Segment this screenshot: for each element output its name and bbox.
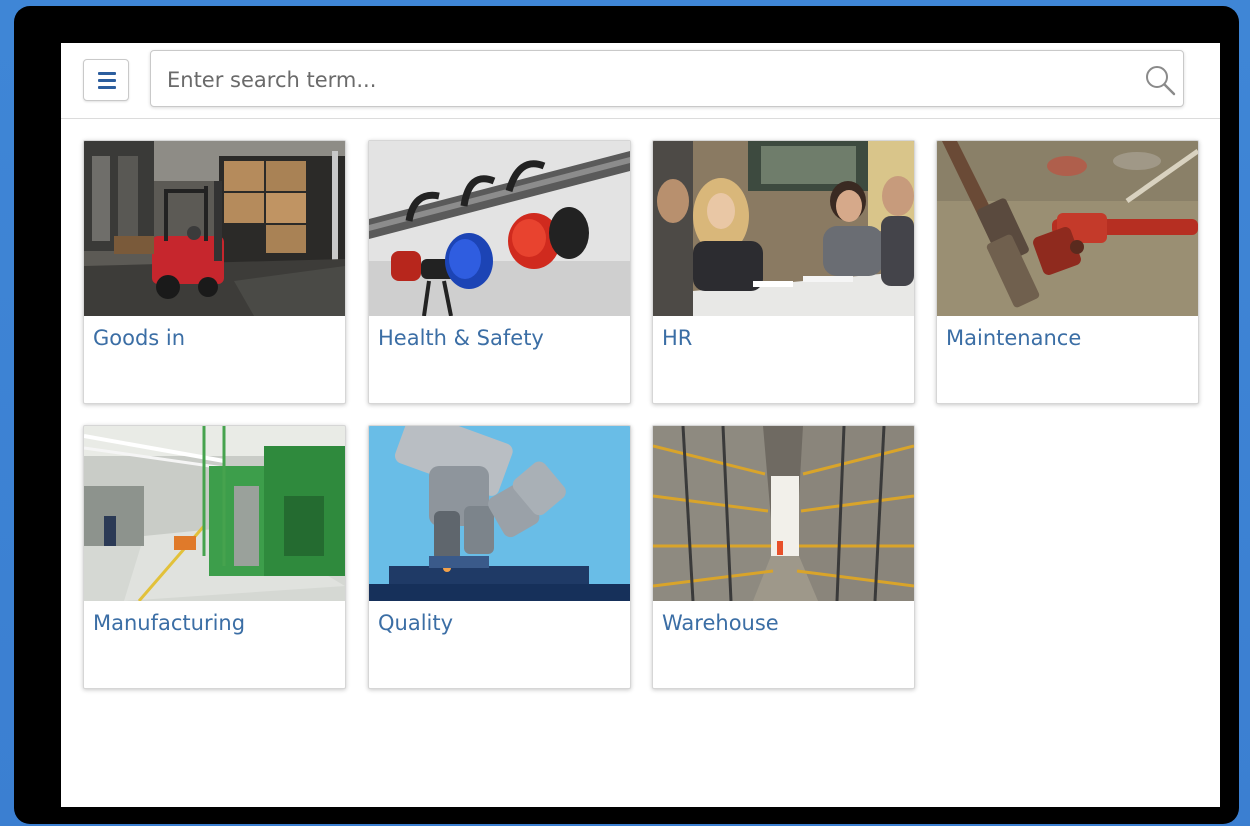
category-label: Quality [378,611,454,635]
category-card-goods-in[interactable]: Goods in [83,140,346,404]
category-label: Maintenance [946,326,1082,350]
search-input[interactable] [165,51,1129,108]
pipe-wrenches-image [937,141,1198,316]
search-icon[interactable] [1143,63,1177,97]
hamburger-menu-icon [98,72,116,75]
category-card-maintenance[interactable]: Maintenance [936,140,1199,404]
category-card-manufacturing[interactable]: Manufacturing [83,425,346,689]
factory-production-line-image [84,426,345,601]
device-frame: Goods in [14,6,1239,824]
category-label: Goods in [93,326,186,350]
app-screen: Goods in [61,43,1220,807]
meeting-image [653,141,914,316]
category-card-warehouse[interactable]: Warehouse [652,425,915,689]
category-card-hr[interactable]: HR [652,140,915,404]
ear-defenders-image [369,141,630,316]
category-label: HR [662,326,693,350]
category-label: Health & Safety [378,326,544,350]
category-card-health-safety[interactable]: Health & Safety [368,140,631,404]
forklift-loading-dock-image [84,141,345,316]
category-card-quality[interactable]: Quality [368,425,631,689]
category-label: Manufacturing [93,611,246,635]
menu-button[interactable] [83,59,129,101]
microscope-image [369,426,630,601]
search-box [150,50,1184,108]
category-label: Warehouse [662,611,779,635]
warehouse-racking-image [653,426,914,601]
top-bar [61,43,1220,119]
